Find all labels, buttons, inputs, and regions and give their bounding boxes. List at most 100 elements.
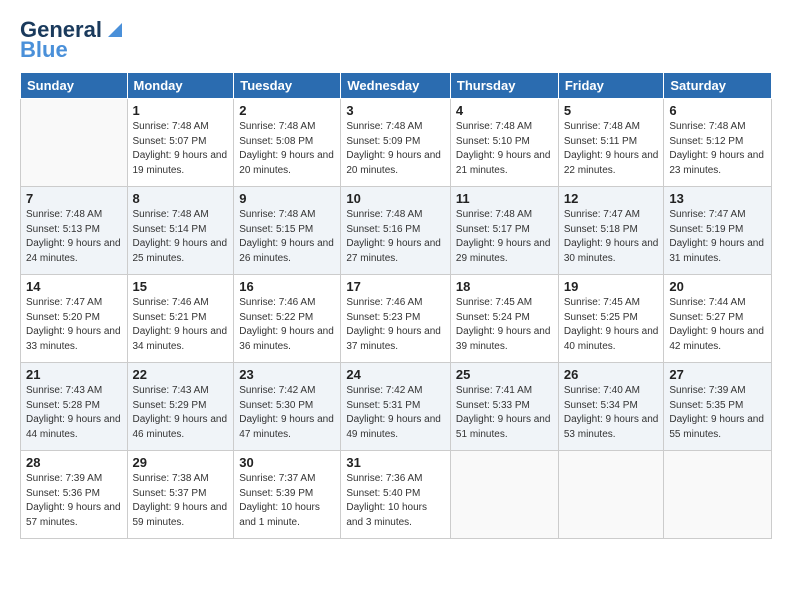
day-number: 17 [346,279,445,294]
calendar-table: SundayMondayTuesdayWednesdayThursdayFrid… [20,72,772,539]
day-info: Sunrise: 7:44 AMSunset: 5:27 PMDaylight:… [669,296,766,354]
day-info: Sunrise: 7:48 AMSunset: 5:07 PMDaylight:… [133,120,229,178]
day-info: Sunrise: 7:45 AMSunset: 5:24 PMDaylight:… [456,296,553,354]
day-info: Sunrise: 7:39 AMSunset: 5:35 PMDaylight:… [669,384,766,442]
day-number: 25 [456,367,553,382]
calendar-cell: 24Sunrise: 7:42 AMSunset: 5:31 PMDayligh… [341,363,451,451]
calendar-cell [450,451,558,539]
day-number: 8 [133,191,229,206]
calendar-cell: 19 Sunrise: 7:45 AMSunset: 5:25 PMDayligh… [558,275,664,363]
day-info: Sunrise: 7:38 AMSunset: 5:37 PMDaylight:… [133,472,229,530]
day-number: 19 [564,279,659,294]
calendar-cell: 8Sunrise: 7:48 AMSunset: 5:14 PMDaylight… [127,187,234,275]
day-number: 26 [564,367,659,382]
day-number: 1 [133,103,229,118]
calendar-cell: 1 Sunrise: 7:48 AMSunset: 5:07 PMDaylight… [127,99,234,187]
day-info: Sunrise: 7:48 AMSunset: 5:16 PMDaylight:… [346,208,445,266]
day-info: Sunrise: 7:36 AMSunset: 5:40 PMDaylight:… [346,472,445,530]
calendar-cell: 7Sunrise: 7:48 AMSunset: 5:13 PMDaylight… [21,187,128,275]
calendar-cell: 12 Sunrise: 7:47 AMSunset: 5:18 PMDayligh… [558,187,664,275]
day-number: 14 [26,279,122,294]
logo: General Blue [20,18,126,62]
calendar-cell: 2 Sunrise: 7:48 AMSunset: 5:08 PMDaylight… [234,99,341,187]
calendar-cell: 11 Sunrise: 7:48 AMSunset: 5:17 PMDayligh… [450,187,558,275]
calendar-cell: 13Sunrise: 7:47 AMSunset: 5:19 PMDayligh… [664,187,772,275]
day-info: Sunrise: 7:40 AMSunset: 5:34 PMDaylight:… [564,384,659,442]
week-row-4: 21 Sunrise: 7:43 AMSunset: 5:28 PMDayligh… [21,363,772,451]
day-info: Sunrise: 7:47 AMSunset: 5:20 PMDaylight:… [26,296,122,354]
day-info: Sunrise: 7:48 AMSunset: 5:12 PMDaylight:… [669,120,766,178]
day-info: Sunrise: 7:48 AMSunset: 5:11 PMDaylight:… [564,120,659,178]
day-info: Sunrise: 7:45 AMSunset: 5:25 PMDaylight:… [564,296,659,354]
day-number: 29 [133,455,229,470]
weekday-header-monday: Monday [127,73,234,99]
calendar-cell: 6 Sunrise: 7:48 AMSunset: 5:12 PMDaylight… [664,99,772,187]
calendar-cell: 15Sunrise: 7:46 AMSunset: 5:21 PMDayligh… [127,275,234,363]
day-info: Sunrise: 7:46 AMSunset: 5:23 PMDaylight:… [346,296,445,354]
calendar-cell: 9 Sunrise: 7:48 AMSunset: 5:15 PMDaylight… [234,187,341,275]
day-number: 15 [133,279,229,294]
calendar-cell: 28Sunrise: 7:39 AMSunset: 5:36 PMDayligh… [21,451,128,539]
day-number: 10 [346,191,445,206]
calendar-cell: 14 Sunrise: 7:47 AMSunset: 5:20 PMDayligh… [21,275,128,363]
calendar-cell [558,451,664,539]
header: General Blue [20,18,772,62]
day-number: 6 [669,103,766,118]
day-number: 27 [669,367,766,382]
week-row-1: 1 Sunrise: 7:48 AMSunset: 5:07 PMDaylight… [21,99,772,187]
weekday-header-friday: Friday [558,73,664,99]
day-info: Sunrise: 7:48 AMSunset: 5:09 PMDaylight:… [346,120,445,178]
weekday-header-tuesday: Tuesday [234,73,341,99]
day-number: 28 [26,455,122,470]
week-row-5: 28Sunrise: 7:39 AMSunset: 5:36 PMDayligh… [21,451,772,539]
day-number: 16 [239,279,335,294]
day-info: Sunrise: 7:48 AMSunset: 5:13 PMDaylight:… [26,208,122,266]
day-info: Sunrise: 7:48 AMSunset: 5:15 PMDaylight:… [239,208,335,266]
day-number: 2 [239,103,335,118]
calendar-cell [21,99,128,187]
day-number: 4 [456,103,553,118]
day-info: Sunrise: 7:48 AMSunset: 5:08 PMDaylight:… [239,120,335,178]
day-info: Sunrise: 7:48 AMSunset: 5:10 PMDaylight:… [456,120,553,178]
calendar-cell: 18 Sunrise: 7:45 AMSunset: 5:24 PMDayligh… [450,275,558,363]
calendar-cell: 27 Sunrise: 7:39 AMSunset: 5:35 PMDayligh… [664,363,772,451]
day-number: 9 [239,191,335,206]
day-number: 18 [456,279,553,294]
weekday-header-thursday: Thursday [450,73,558,99]
weekday-header-wednesday: Wednesday [341,73,451,99]
day-info: Sunrise: 7:48 AMSunset: 5:17 PMDaylight:… [456,208,553,266]
day-number: 13 [669,191,766,206]
day-number: 3 [346,103,445,118]
page: General Blue SundayMondayTuesdayWednesda… [0,0,792,549]
calendar-cell: 30 Sunrise: 7:37 AMSunset: 5:39 PMDayligh… [234,451,341,539]
day-info: Sunrise: 7:42 AMSunset: 5:30 PMDaylight:… [239,384,335,442]
day-number: 24 [346,367,445,382]
logo-text-blue: Blue [20,38,68,62]
day-info: Sunrise: 7:46 AMSunset: 5:22 PMDaylight:… [239,296,335,354]
calendar-cell: 5Sunrise: 7:48 AMSunset: 5:11 PMDaylight… [558,99,664,187]
calendar-cell: 23Sunrise: 7:42 AMSunset: 5:30 PMDayligh… [234,363,341,451]
calendar-cell: 10 Sunrise: 7:48 AMSunset: 5:16 PMDayligh… [341,187,451,275]
calendar-cell: 26 Sunrise: 7:40 AMSunset: 5:34 PMDayligh… [558,363,664,451]
day-info: Sunrise: 7:41 AMSunset: 5:33 PMDaylight:… [456,384,553,442]
calendar-cell: 31Sunrise: 7:36 AMSunset: 5:40 PMDayligh… [341,451,451,539]
week-row-3: 14 Sunrise: 7:47 AMSunset: 5:20 PMDayligh… [21,275,772,363]
calendar-cell: 17 Sunrise: 7:46 AMSunset: 5:23 PMDayligh… [341,275,451,363]
day-info: Sunrise: 7:37 AMSunset: 5:39 PMDaylight:… [239,472,335,530]
day-number: 21 [26,367,122,382]
day-number: 12 [564,191,659,206]
calendar-cell: 29 Sunrise: 7:38 AMSunset: 5:37 PMDayligh… [127,451,234,539]
day-info: Sunrise: 7:47 AMSunset: 5:18 PMDaylight:… [564,208,659,266]
calendar-cell: 16 Sunrise: 7:46 AMSunset: 5:22 PMDayligh… [234,275,341,363]
day-number: 20 [669,279,766,294]
weekday-header-saturday: Saturday [664,73,772,99]
day-number: 22 [133,367,229,382]
day-number: 11 [456,191,553,206]
calendar-cell: 21 Sunrise: 7:43 AMSunset: 5:28 PMDayligh… [21,363,128,451]
day-info: Sunrise: 7:43 AMSunset: 5:28 PMDaylight:… [26,384,122,442]
logo-icon [104,17,126,39]
calendar-cell: 3 Sunrise: 7:48 AMSunset: 5:09 PMDaylight… [341,99,451,187]
day-number: 30 [239,455,335,470]
calendar-cell: 25 Sunrise: 7:41 AMSunset: 5:33 PMDayligh… [450,363,558,451]
calendar-cell [664,451,772,539]
